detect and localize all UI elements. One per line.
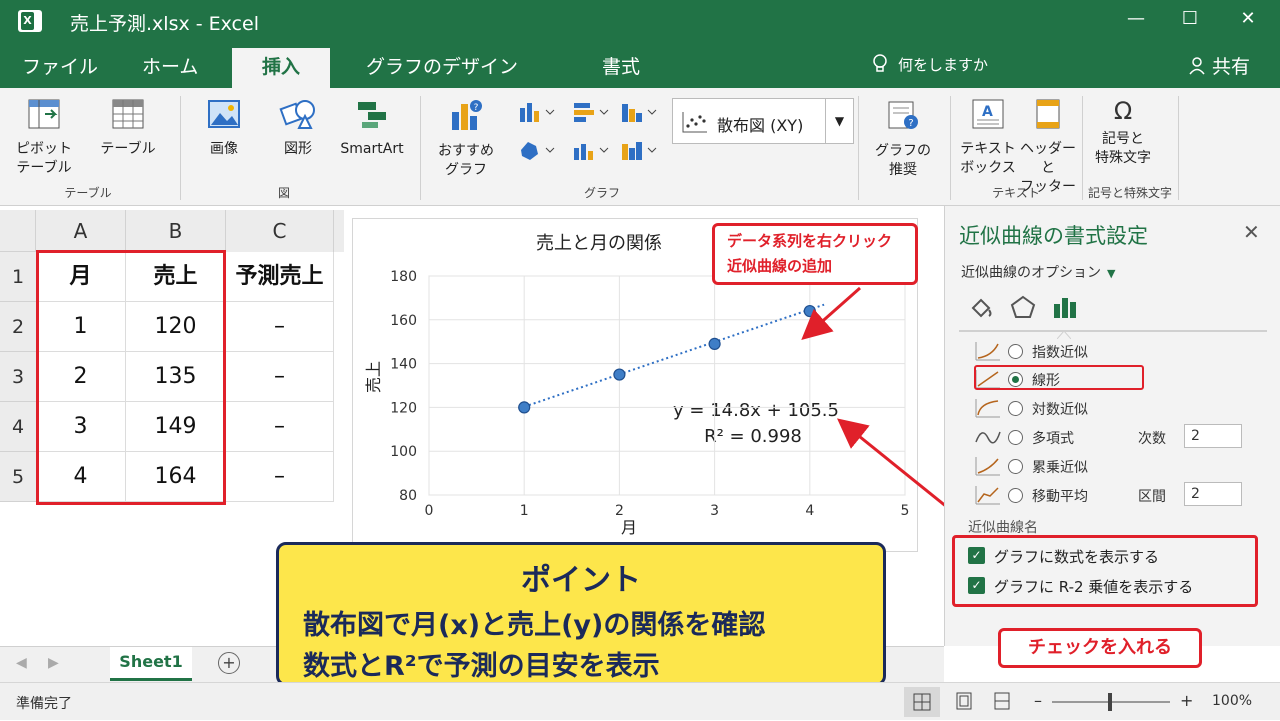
point-line-1: 散布図で月(x)と売上(y)の関係を確認 xyxy=(303,610,766,641)
scroll-left-icon[interactable]: ◀ xyxy=(16,655,27,671)
radio-polynomial[interactable] xyxy=(1008,430,1023,445)
page-break-icon[interactable] xyxy=(992,691,1012,711)
checkbox-show-equation[interactable]: ✓ xyxy=(968,547,985,564)
close-icon[interactable]: ✕ xyxy=(1243,220,1260,244)
zoom-out-icon[interactable]: – xyxy=(1034,691,1042,710)
trend-option-power[interactable]: 累乗近似 xyxy=(974,455,1270,479)
trendline-options-header[interactable]: 近似曲線のオプション ▼ xyxy=(961,262,1115,282)
zoom-level: 100% xyxy=(1212,693,1253,709)
page-layout-icon[interactable] xyxy=(954,691,974,711)
period-input[interactable]: 2 xyxy=(1184,482,1242,506)
pane-divider xyxy=(959,330,1267,332)
radio-log[interactable] xyxy=(1008,401,1023,416)
bar-options-icon[interactable] xyxy=(1051,294,1079,320)
trend-option-polynomial[interactable]: 多項式 次数 2 xyxy=(974,424,1270,450)
trend-option-moving-average[interactable]: 移動平均 区間 2 xyxy=(974,482,1270,508)
status-bar: 準備完了 – + 100% xyxy=(0,682,1280,720)
label-show-equation: グラフに数式を表示する xyxy=(994,548,1160,566)
radio-power[interactable] xyxy=(1008,459,1023,474)
order-input[interactable]: 2 xyxy=(1184,424,1242,448)
zoom-in-icon[interactable]: + xyxy=(1180,691,1193,710)
status-ready: 準備完了 xyxy=(16,696,72,712)
polynomial-curve-icon xyxy=(975,431,1001,444)
scroll-right-icon[interactable]: ▶ xyxy=(48,655,59,671)
pane-title: 近似曲線の書式設定 xyxy=(959,224,1148,248)
linear-highlight-box xyxy=(974,365,1144,390)
trend-option-log[interactable]: 対数近似 xyxy=(974,397,1270,421)
radio-moving-average[interactable] xyxy=(1008,488,1023,503)
fill-line-icon[interactable] xyxy=(967,294,995,320)
arrow-to-trendline xyxy=(801,286,861,340)
exponential-curve-icon xyxy=(975,342,1000,361)
effects-pentagon-icon[interactable] xyxy=(1009,294,1037,320)
point-line-2: 数式とR²で予測の目安を表示 xyxy=(303,651,660,682)
trend-option-exponential[interactable]: 指数近似 xyxy=(974,340,1270,364)
callout-check: チェックを入れる xyxy=(998,628,1202,668)
chevron-down-icon: ▼ xyxy=(1107,267,1116,280)
add-sheet-icon[interactable]: + xyxy=(218,652,240,674)
trendline-name-label: 近似曲線名 xyxy=(968,520,1038,536)
moving-average-icon xyxy=(975,486,1000,505)
normal-view-button[interactable] xyxy=(904,687,940,717)
zoom-slider-thumb[interactable] xyxy=(1108,693,1112,711)
sheet-tab-sheet1[interactable]: Sheet1 xyxy=(110,647,192,681)
selected-indicator xyxy=(1056,324,1072,340)
point-summary-box: ポイント 散布図で月(x)と売上(y)の関係を確認 数式とR²で予測の目安を表示 xyxy=(276,542,886,686)
checkbox-show-r2[interactable]: ✓ xyxy=(968,577,985,594)
label-show-r2: グラフに R-2 乗値を表示する xyxy=(994,578,1194,596)
grid-view-icon xyxy=(913,693,931,711)
radio-exponential[interactable] xyxy=(1008,344,1023,359)
log-curve-icon xyxy=(975,399,1000,418)
point-title: ポイント xyxy=(521,563,641,598)
power-curve-icon xyxy=(975,457,1000,476)
